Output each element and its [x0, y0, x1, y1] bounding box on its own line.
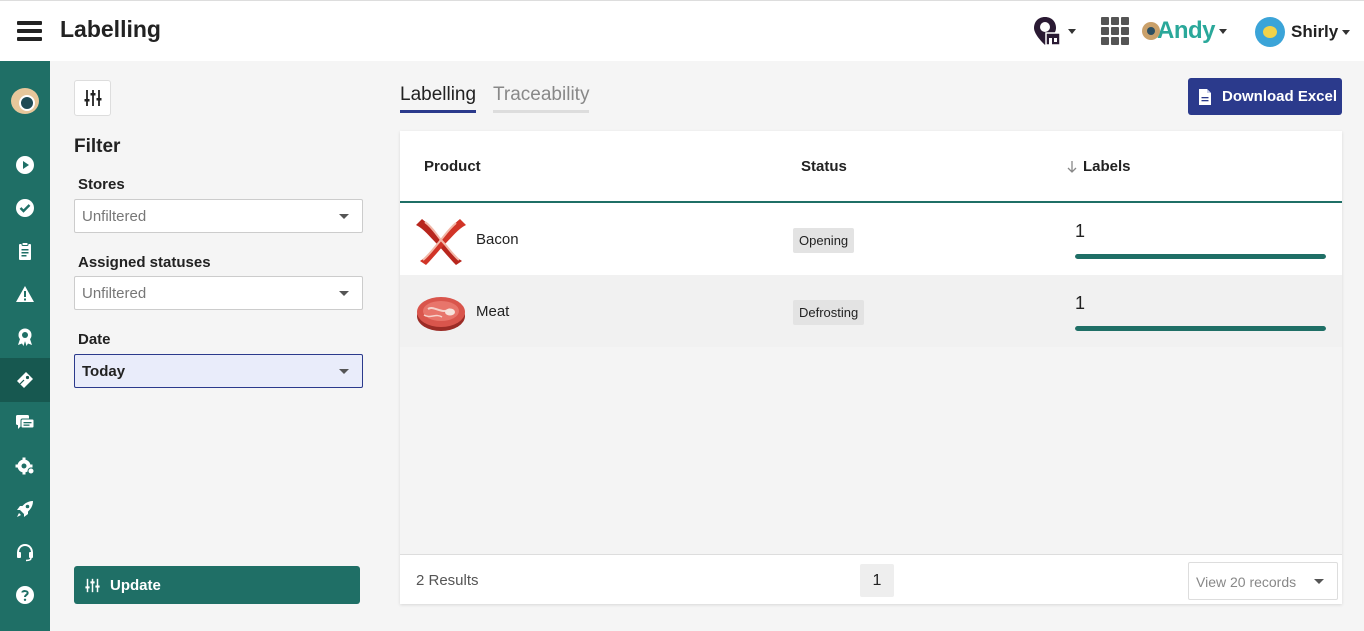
table-row[interactable]: Meat Defrosting 1: [400, 275, 1342, 347]
sidebar-item-warnings[interactable]: [0, 272, 50, 316]
chevron-down-icon: [339, 291, 349, 296]
table-header: Product Status Labels: [400, 131, 1342, 203]
sidebar-item-support[interactable]: [0, 530, 50, 574]
statuses-label: Assigned statuses: [78, 254, 211, 271]
sort-arrow-down-icon: [1067, 160, 1077, 173]
user-menu[interactable]: Shirly: [1255, 16, 1351, 48]
play-icon: [16, 156, 34, 174]
column-product[interactable]: Product: [424, 158, 481, 175]
column-labels-text: Labels: [1083, 158, 1131, 175]
labels-progress-bar: [1075, 254, 1326, 259]
chat-icon: [16, 415, 35, 429]
filter-title: Filter: [74, 136, 121, 157]
brand-name: Andy: [1157, 17, 1216, 44]
sidebar-item-messages[interactable]: [0, 401, 50, 445]
download-excel-label: Download Excel: [1222, 88, 1338, 105]
stores-select-value: Unfiltered: [82, 208, 147, 225]
chevron-down-icon: [1314, 579, 1324, 584]
top-bar: Labelling Andy Shirly: [0, 0, 1364, 61]
date-label: Date: [78, 331, 111, 348]
status-badge: Opening: [793, 228, 855, 253]
label-tag-icon: [17, 372, 33, 388]
labels-progress-fill: [1075, 326, 1326, 331]
date-select-value: Today: [82, 363, 126, 380]
statuses-select[interactable]: Unfiltered: [74, 276, 363, 310]
location-pin-icon: [1034, 17, 1061, 46]
stores-label: Stores: [78, 176, 125, 193]
table-footer: 2 Results 1 View 20 records: [400, 554, 1342, 604]
pagination-page[interactable]: 1: [860, 564, 894, 597]
filter-panel: Filter Stores Unfiltered Assigned status…: [50, 61, 380, 631]
product-name: Meat: [476, 303, 510, 320]
bacon-icon: [416, 219, 466, 265]
sidebar-item-clipboard[interactable]: [0, 229, 50, 273]
sidebar-item-labelling[interactable]: [0, 358, 50, 402]
status-badge: Defrosting: [793, 300, 865, 325]
update-button[interactable]: Update: [74, 566, 360, 604]
user-name: Shirly: [1291, 22, 1339, 41]
avatar: [1255, 17, 1285, 47]
table-row[interactable]: Bacon Opening 1: [400, 203, 1342, 275]
sliders-icon: [84, 90, 101, 106]
chevron-down-icon: [1342, 29, 1351, 35]
update-button-label: Update: [110, 576, 161, 594]
labels-progress-bar: [1075, 326, 1326, 331]
column-status[interactable]: Status: [801, 158, 847, 175]
chevron-down-icon: [339, 214, 349, 219]
sidebar-item-checks[interactable]: [0, 186, 50, 230]
file-icon: [1199, 88, 1211, 105]
headset-icon: [17, 543, 33, 562]
sidebar-item-help[interactable]: [0, 573, 50, 617]
warning-icon: [16, 286, 34, 302]
chevron-down-icon: [339, 369, 349, 374]
page-title: Labelling: [60, 16, 161, 42]
clipboard-icon: [19, 242, 31, 260]
sidebar-item-launch[interactable]: [0, 487, 50, 531]
meat-icon: [417, 297, 465, 331]
brand-selector[interactable]: Andy: [1142, 16, 1227, 46]
check-circle-icon: [16, 199, 34, 217]
app-logo-icon[interactable]: [11, 88, 39, 114]
sliders-icon: [85, 578, 100, 592]
column-labels[interactable]: Labels: [1066, 158, 1131, 175]
chevron-down-icon: [1219, 28, 1227, 34]
tab-traceability[interactable]: Traceability: [493, 84, 590, 113]
download-excel-button[interactable]: Download Excel: [1188, 78, 1342, 115]
help-icon: [16, 586, 34, 604]
tab-labelling[interactable]: Labelling: [400, 84, 477, 113]
sidebar-item-awards[interactable]: [0, 315, 50, 359]
filter-toggle-button[interactable]: [74, 80, 111, 116]
chevron-down-icon: [1068, 28, 1076, 34]
andy-logo-icon: [1142, 22, 1160, 40]
settings-icon: [15, 457, 35, 475]
sidebar: [0, 61, 50, 631]
sidebar-item-settings[interactable]: [0, 444, 50, 488]
labels-table: Product Status Labels Bacon Opening 1 Me…: [400, 131, 1342, 604]
results-count: 2 Results: [416, 572, 479, 589]
labels-progress-fill: [1075, 254, 1326, 259]
rocket-icon: [17, 501, 33, 517]
labels-count: 1: [1075, 221, 1086, 241]
award-icon: [18, 328, 32, 346]
stores-select[interactable]: Unfiltered: [74, 199, 363, 233]
date-select[interactable]: Today: [74, 354, 363, 388]
apps-grid-icon[interactable]: [1101, 17, 1129, 45]
product-name: Bacon: [476, 231, 519, 248]
records-per-page-value: View 20 records: [1196, 574, 1297, 590]
location-selector[interactable]: [1032, 15, 1078, 47]
statuses-select-value: Unfiltered: [82, 285, 147, 302]
sidebar-item-play[interactable]: [0, 143, 50, 187]
labels-count: 1: [1075, 293, 1086, 313]
menu-icon[interactable]: [17, 21, 42, 41]
records-per-page-select[interactable]: View 20 records: [1188, 562, 1338, 600]
